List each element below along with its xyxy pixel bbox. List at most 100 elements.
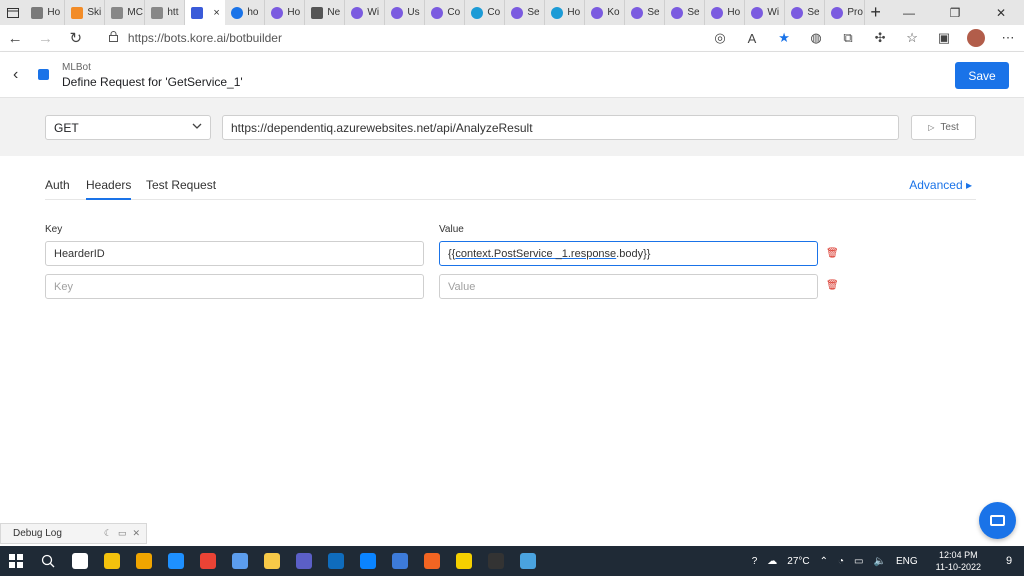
- browser-tab[interactable]: Ho: [545, 0, 586, 25]
- more-options-icon[interactable]: ⋯: [992, 25, 1024, 52]
- browser-tab-title: Co: [447, 7, 461, 18]
- bot-name: MLBot: [62, 62, 91, 73]
- browser-tab[interactable]: MC: [105, 0, 146, 25]
- globe-icon: [791, 6, 804, 19]
- notification-center-icon[interactable]: 9: [994, 555, 1024, 567]
- tab-headers[interactable]: Headers: [86, 178, 132, 200]
- taskbar-app-icon[interactable]: [224, 546, 256, 576]
- taskbar-app-icon[interactable]: [320, 546, 352, 576]
- new-value-input[interactable]: Value: [439, 274, 818, 299]
- browser-tab[interactable]: Us: [385, 0, 426, 25]
- tab-test-request[interactable]: Test Request: [146, 178, 216, 192]
- tab-auth[interactable]: Auth: [45, 178, 70, 192]
- url-field[interactable]: https://bots.kore.ai/botbuilder: [97, 27, 704, 49]
- debug-log-panel[interactable]: Debug Log ☾ ▭ ✕: [0, 523, 147, 544]
- chevron-up-icon[interactable]: ⌃: [820, 556, 828, 567]
- search-icon[interactable]: [32, 546, 64, 576]
- taskbar-app-icon[interactable]: [96, 546, 128, 576]
- browser-tab[interactable]: Ho: [265, 0, 306, 25]
- value-column-label: Value: [439, 224, 464, 235]
- tab-actions-menu-icon[interactable]: [0, 0, 25, 25]
- maximize-icon[interactable]: ▭: [118, 528, 127, 539]
- taskbar-app-icon[interactable]: [256, 546, 288, 576]
- chevron-left-icon[interactable]: ‹: [13, 66, 18, 84]
- browser-tab[interactable]: ho: [225, 0, 266, 25]
- browser-tab[interactable]: Se: [665, 0, 706, 25]
- kore-icon: [191, 6, 204, 19]
- globe-icon: [391, 6, 404, 19]
- restore-button[interactable]: ❐: [932, 0, 978, 25]
- taskbar-app-icon[interactable]: [448, 546, 480, 576]
- browser-tab[interactable]: ×: [185, 0, 226, 25]
- favorite-star-icon[interactable]: ★: [768, 25, 800, 52]
- chat-button[interactable]: [979, 502, 1016, 539]
- globe-icon: [591, 6, 604, 19]
- taskbar-app-icon[interactable]: [288, 546, 320, 576]
- help-icon[interactable]: ?: [752, 556, 758, 567]
- moon-icon[interactable]: ☾: [104, 528, 112, 539]
- taskbar-app-icon[interactable]: [192, 546, 224, 576]
- delete-row-icon[interactable]: 🗑: [826, 248, 839, 259]
- browser-tab[interactable]: Wi: [345, 0, 386, 25]
- windows-start-icon[interactable]: [0, 546, 32, 576]
- search-icon: [231, 6, 244, 19]
- browser-tab[interactable]: Ho: [25, 0, 66, 25]
- browser-tab[interactable]: Se: [505, 0, 546, 25]
- method-select[interactable]: GET: [45, 115, 211, 140]
- taskbar-app-icon[interactable]: [416, 546, 448, 576]
- back-button[interactable]: ←: [0, 25, 30, 52]
- browser-tab[interactable]: Ko: [585, 0, 626, 25]
- browser-tab[interactable]: htt: [145, 0, 186, 25]
- browser-tab[interactable]: Se: [625, 0, 666, 25]
- read-aloud-icon[interactable]: A: [736, 25, 768, 52]
- taskbar-clock[interactable]: 12:04 PM 11-10-2022: [931, 549, 986, 573]
- language-indicator[interactable]: ENG: [896, 556, 918, 567]
- close-icon[interactable]: ✕: [132, 528, 140, 539]
- puzzle-icon[interactable]: ✣: [864, 25, 896, 52]
- app-icon: [424, 553, 440, 569]
- request-url-input[interactable]: https://dependentiq.azurewebsites.net/ap…: [222, 115, 899, 140]
- refresh-button[interactable]: ↻: [61, 25, 91, 52]
- browser-tab[interactable]: Co: [425, 0, 466, 25]
- close-window-button[interactable]: ✕: [978, 0, 1024, 25]
- taskbar-app-icon[interactable]: [384, 546, 416, 576]
- advanced-link[interactable]: Advanced ▸: [909, 178, 972, 192]
- network-icon[interactable]: ◔: [838, 556, 844, 567]
- extension-icon[interactable]: ◍: [800, 25, 832, 52]
- browser-tab[interactable]: Wi: [745, 0, 786, 25]
- browser-tab-title: MC: [127, 7, 143, 18]
- header-key-input[interactable]: HearderID: [45, 241, 424, 266]
- translate-icon[interactable]: ⧉: [832, 25, 864, 52]
- new-key-input[interactable]: Key: [45, 274, 424, 299]
- browser-tab[interactable]: Ho: [705, 0, 746, 25]
- taskbar-app-icon[interactable]: [480, 546, 512, 576]
- taskbar-app-icon[interactable]: [352, 546, 384, 576]
- collections-icon[interactable]: ▣: [928, 25, 960, 52]
- taskbar-app-icon[interactable]: [512, 546, 544, 576]
- forward-button[interactable]: →: [30, 25, 60, 52]
- volume-icon[interactable]: 🔈: [874, 556, 886, 567]
- taskbar-app-icon[interactable]: [128, 546, 160, 576]
- favorites-icon[interactable]: ☆: [896, 25, 928, 52]
- browser-tab[interactable]: Se: [785, 0, 826, 25]
- taskbar-app-icon[interactable]: [64, 546, 96, 576]
- save-button[interactable]: Save: [955, 62, 1009, 89]
- browser-tab[interactable]: Ne: [305, 0, 346, 25]
- browser-tab[interactable]: Ski: [65, 0, 106, 25]
- battery-icon[interactable]: ▭: [854, 556, 863, 567]
- delete-row-icon[interactable]: 🗑: [826, 280, 839, 291]
- minimize-button[interactable]: —: [886, 0, 932, 25]
- globe-icon: [751, 6, 764, 19]
- taskbar-app-icon[interactable]: [160, 546, 192, 576]
- close-tab-icon[interactable]: ×: [213, 7, 219, 19]
- weather-temp[interactable]: 27°C: [787, 556, 809, 567]
- new-tab-button[interactable]: +: [865, 0, 886, 25]
- test-button[interactable]: ▷ Test: [911, 115, 976, 140]
- avatar: [967, 29, 986, 47]
- header-value-input[interactable]: {{context.PostService _1.response .body}}: [439, 241, 818, 266]
- globe-icon: [631, 6, 644, 19]
- profile-avatar[interactable]: [960, 25, 992, 52]
- browser-tab[interactable]: Pro: [825, 0, 866, 25]
- location-icon[interactable]: ◎: [704, 25, 736, 52]
- browser-tab[interactable]: Co: [465, 0, 506, 25]
